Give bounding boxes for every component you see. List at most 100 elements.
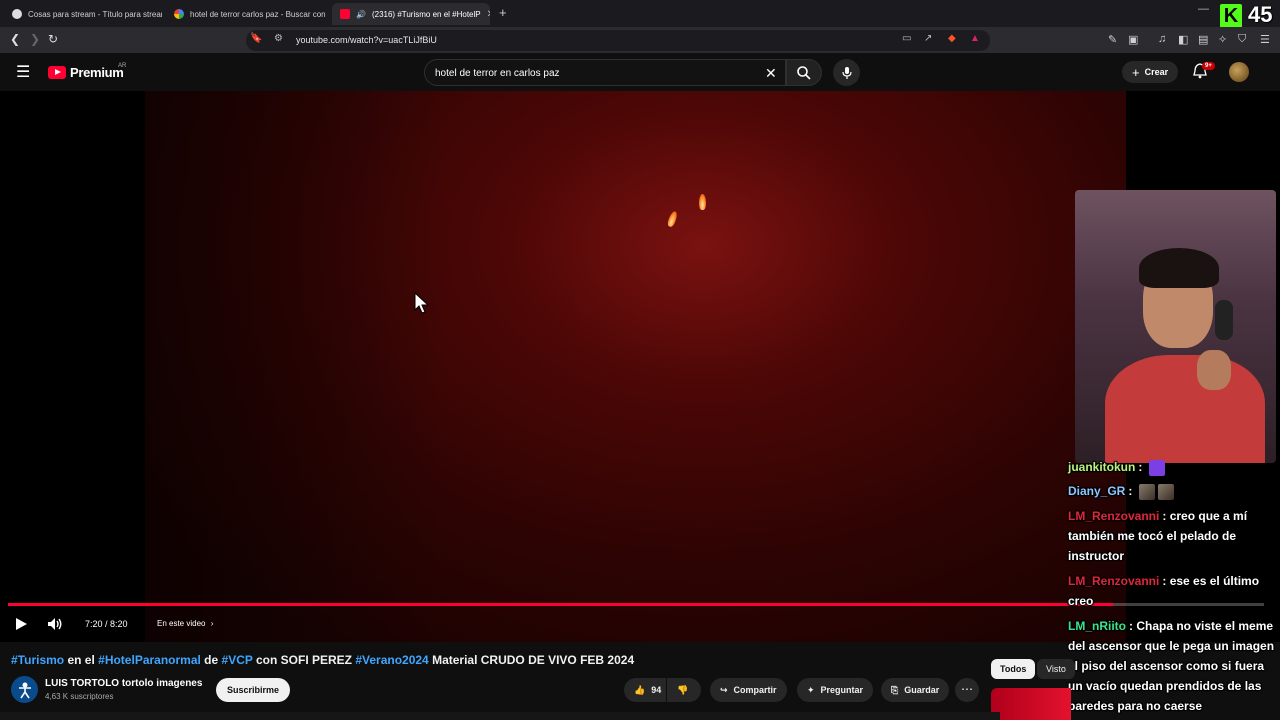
hamburger-menu-icon[interactable]: ☰	[16, 62, 30, 82]
clear-search-icon[interactable]: ✕	[765, 65, 777, 82]
chat-username: LM_Renzovanni	[1068, 509, 1160, 523]
browser-tab-strip: Cosas para stream - Título para stream h…	[0, 0, 1280, 28]
close-tab-icon[interactable]: ✕	[487, 9, 490, 20]
chat-separator: :	[1162, 509, 1170, 523]
volume-icon[interactable]	[47, 617, 63, 631]
save-button[interactable]: ⎘ Guardar	[881, 678, 950, 702]
stream-counter: 45	[1248, 2, 1273, 27]
search-button[interactable]	[786, 59, 822, 86]
sidebar-toggle-icon[interactable]: ◧	[1178, 33, 1188, 46]
chip-todos[interactable]: Todos	[991, 659, 1036, 679]
more-actions-icon[interactable]: ⋯	[955, 678, 979, 702]
chat-separator: :	[1128, 484, 1133, 498]
bookmark-save-icon: ⎘	[891, 684, 899, 695]
chat-message: juankitokun:	[1068, 457, 1280, 477]
video-title: #Turismo en el #HotelParanormal de #VCP …	[11, 653, 634, 667]
chat-message: Diany_GR:	[1068, 481, 1280, 501]
like-button[interactable]: 👍 94	[624, 678, 666, 702]
subscribe-button[interactable]: Suscribirme	[216, 678, 291, 702]
share-icon: ↪	[720, 684, 728, 695]
search-input[interactable]: hotel de terror en carlos paz ✕	[424, 59, 786, 86]
sparkle-icon: ✦	[807, 684, 815, 695]
new-tab-button[interactable]: +	[499, 5, 507, 20]
chat-emote-icon	[1138, 483, 1155, 500]
brave-shields-icon[interactable]: ◆	[948, 33, 956, 44]
webcam-hand	[1197, 350, 1231, 390]
chevron-right-icon: ›	[210, 619, 214, 628]
chat-username: LM_nRiito	[1068, 619, 1126, 633]
hashtag-link[interactable]: #Turismo	[11, 653, 64, 667]
play-icon[interactable]	[14, 617, 28, 631]
minimize-window-icon[interactable]: —	[1198, 3, 1209, 15]
stream-chat-overlay: juankitokun: Diany_GR: LM_Renzovanni: cr…	[1068, 457, 1280, 720]
browser-toolbar: ❮ ❯ ↻ 🔖 ⚙ youtube.com/watch?v=uacTLiJfBi…	[0, 27, 1280, 53]
mouse-cursor-icon	[414, 292, 430, 314]
hashtag-link[interactable]: #Verano2024	[355, 653, 428, 667]
share-button[interactable]: ↪ Compartir	[710, 678, 787, 702]
share-label: Compartir	[733, 685, 777, 695]
chat-emote-icon	[1148, 459, 1165, 476]
channel-avatar[interactable]	[11, 676, 38, 703]
chat-message: LM_Renzovanni: creo que a mí también me …	[1068, 506, 1280, 566]
save-label: Guardar	[904, 685, 940, 695]
title-text: de	[200, 653, 222, 667]
browser-menu-icon[interactable]: ☰	[1260, 33, 1270, 46]
search-query-text: hotel de terror en carlos paz	[435, 68, 560, 79]
user-avatar[interactable]	[1229, 62, 1249, 82]
ask-label: Preguntar	[820, 685, 864, 695]
kick-logo: K	[1220, 4, 1242, 28]
chat-message: LM_Renzovanni: ese es el último creo	[1068, 571, 1280, 611]
chat-username: Diany_GR	[1068, 484, 1126, 498]
audio-playing-icon[interactable]: 🔊	[356, 10, 366, 19]
recommended-video-thumbnail[interactable]	[991, 688, 1071, 720]
webcam-headset	[1215, 300, 1233, 340]
share-page-icon[interactable]: ↗	[924, 33, 932, 44]
address-bar[interactable]: 🔖 ⚙ youtube.com/watch?v=uacTLiJfBiU ▭ ↗ …	[246, 30, 990, 51]
tab-favicon-icon	[12, 9, 22, 19]
youtube-brand-text: Premium	[70, 65, 124, 80]
reload-icon[interactable]: ↻	[48, 32, 58, 46]
tab-search-icon[interactable]: ▣	[1128, 33, 1138, 46]
tab-cosas-para-stream[interactable]: Cosas para stream - Título para stream	[4, 3, 162, 25]
tab-google-search[interactable]: hotel de terror carlos paz - Buscar con	[166, 3, 328, 25]
microphone-icon	[841, 66, 852, 79]
back-icon[interactable]: ❮	[10, 32, 20, 46]
chat-emote-icon	[1157, 483, 1174, 500]
leo-ai-icon[interactable]: ✧	[1218, 33, 1227, 46]
chat-username: juankitokun	[1068, 460, 1136, 474]
extensions-icon[interactable]: ✎	[1108, 33, 1117, 46]
youtube-premium-logo[interactable]: Premium	[48, 65, 124, 80]
brave-rewards-icon[interactable]: ▲	[970, 33, 980, 44]
hashtag-link[interactable]: #VCP	[222, 653, 253, 667]
site-settings-icon[interactable]: ⚙	[274, 33, 283, 44]
thumbs-down-icon: 👎	[677, 684, 689, 695]
bookmark-icon[interactable]: 🔖	[250, 33, 262, 44]
voice-search-button[interactable]	[833, 59, 860, 86]
create-label: Crear	[1144, 67, 1169, 77]
channel-name[interactable]: LUIS TORTOLO tortolo imagenes	[45, 678, 202, 689]
youtube-play-logo-icon	[48, 66, 66, 79]
search-icon	[797, 65, 811, 80]
video-shadow	[145, 91, 445, 642]
hashtag-link[interactable]: #HotelParanormal	[98, 653, 201, 667]
plus-icon: +	[1132, 64, 1140, 80]
page-bottom-strip	[0, 712, 1000, 720]
wallet-icon[interactable]: ▤	[1198, 33, 1208, 46]
tab-youtube-video[interactable]: 🔊 (2316) #Turismo en el #HotelP ✕	[332, 3, 490, 25]
tab-title: Cosas para stream - Título para stream	[28, 9, 162, 19]
chapters-button[interactable]: En este video ›	[157, 619, 213, 628]
like-count: 94	[651, 685, 662, 695]
dislike-button[interactable]: 👎	[667, 678, 701, 702]
url-text[interactable]: youtube.com/watch?v=uacTLiJfBiU	[296, 35, 437, 45]
media-control-icon[interactable]: ♫	[1158, 33, 1166, 45]
youtube-header: ☰ Premium AR hotel de terror en carlos p…	[0, 53, 1280, 91]
vpn-shield-icon[interactable]: ⛉	[1238, 33, 1246, 46]
install-app-icon[interactable]: ▭	[902, 33, 911, 44]
ask-button[interactable]: ✦ Preguntar	[797, 678, 874, 702]
webcam-shirt	[1105, 355, 1265, 463]
create-button[interactable]: + Crear	[1122, 61, 1179, 83]
country-code: AR	[118, 63, 127, 69]
chip-visto[interactable]: Visto	[1037, 659, 1075, 679]
forward-icon[interactable]: ❯	[30, 32, 40, 46]
chat-message: LM_nRiito: Chapa no viste el meme del as…	[1068, 616, 1280, 716]
